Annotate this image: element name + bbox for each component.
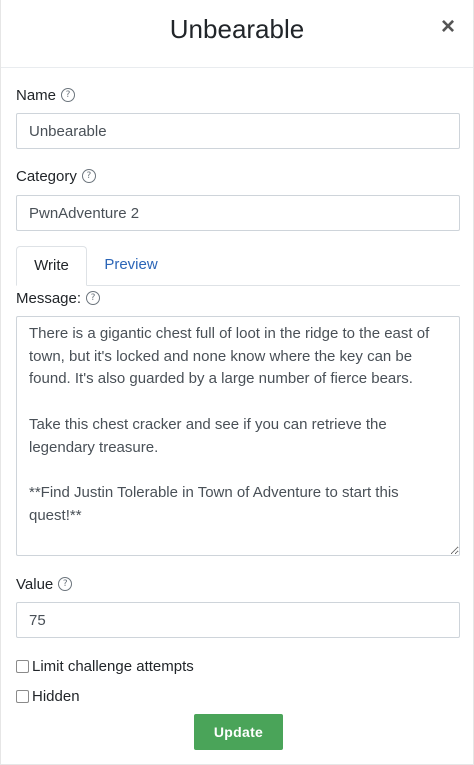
- name-label-row: Name ?: [16, 85, 76, 105]
- value-label-row: Value ?: [16, 574, 73, 594]
- update-button[interactable]: Update: [194, 714, 283, 750]
- limit-attempts-label[interactable]: Limit challenge attempts: [32, 658, 194, 675]
- question-circle-icon[interactable]: ?: [86, 291, 101, 305]
- modal-header: Unbearable ×: [1, 0, 473, 68]
- tab-write[interactable]: Write: [16, 246, 87, 286]
- value-label: Value: [16, 575, 54, 593]
- message-textarea[interactable]: There is a gigantic chest full of loot i…: [16, 316, 460, 556]
- category-input[interactable]: [16, 195, 460, 231]
- limit-attempts-row[interactable]: Limit challenge attempts: [16, 656, 194, 676]
- hidden-checkbox[interactable]: [16, 689, 29, 703]
- name-label: Name: [16, 86, 57, 104]
- message-label: Message:: [16, 289, 82, 307]
- value-input[interactable]: [16, 602, 460, 638]
- question-circle-icon[interactable]: ?: [61, 88, 76, 102]
- category-label-row: Category ?: [16, 166, 96, 186]
- modal-title: Unbearable: [169, 14, 305, 44]
- close-icon[interactable]: ×: [437, 14, 459, 40]
- hidden-label[interactable]: Hidden: [32, 688, 80, 705]
- message-editor-tabs: Write Preview: [16, 246, 460, 286]
- name-input[interactable]: [16, 113, 460, 149]
- tab-preview[interactable]: Preview: [87, 246, 175, 286]
- edit-challenge-modal: Unbearable × Name ? Category ? Write Pre…: [0, 0, 474, 765]
- question-circle-icon[interactable]: ?: [58, 577, 73, 591]
- message-label-row: Message: ?: [16, 288, 101, 308]
- category-label: Category: [16, 167, 77, 185]
- limit-attempts-checkbox[interactable]: [16, 659, 29, 673]
- hidden-row[interactable]: Hidden: [16, 686, 80, 706]
- question-circle-icon[interactable]: ?: [81, 169, 96, 183]
